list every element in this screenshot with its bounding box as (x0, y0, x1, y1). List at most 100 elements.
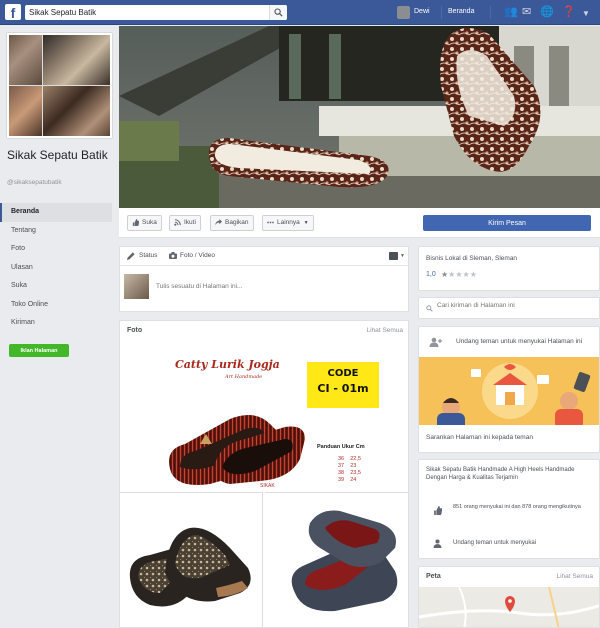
page-nav: Beranda Tentang Foto Ulasan Suka Toko On… (0, 203, 112, 333)
thumbs-up-icon (132, 219, 139, 226)
map-image (419, 586, 599, 627)
suggest-page-link[interactable]: Sarankan Halaman ini kepada teman (426, 434, 533, 441)
post-input[interactable] (156, 283, 396, 290)
search-input[interactable] (25, 5, 265, 20)
notifications-icon[interactable]: 🌐 (540, 6, 554, 18)
star-icon: ★ (462, 270, 470, 279)
rating-stars[interactable]: ★★★★★ (441, 270, 477, 279)
divider (490, 6, 491, 19)
tab-status[interactable]: Status (139, 252, 157, 259)
location-map[interactable] (419, 586, 599, 627)
pencil-icon (127, 252, 135, 260)
account-menu-icon[interactable]: ▼ (582, 8, 590, 20)
business-category[interactable]: Bisnis Lokal di Sleman, Sleman (426, 255, 517, 262)
search-button[interactable] (269, 5, 287, 20)
facebook-logo[interactable]: f (5, 4, 21, 21)
thumbs-up-icon (434, 506, 442, 515)
chevron-down-icon[interactable]: ▼ (400, 253, 405, 259)
profile-photo-tile (9, 35, 43, 85)
map-heading: Peta (426, 573, 441, 580)
size-row: 36 22,5 (338, 456, 361, 463)
page-action-bar: Suka Ikuti Bagikan Lainnya ▼ Kirim Pesan (119, 208, 600, 238)
rating-card: Bisnis Lokal di Sleman, Sleman 1,0 ★★★★★ (418, 246, 600, 291)
product-shoe-image (291, 510, 398, 612)
size-cm: 22,5 (350, 456, 361, 462)
profile-photo-tile (43, 35, 110, 85)
invite-friends-text[interactable]: Undang teman untuk menyukai (453, 540, 536, 546)
page-title[interactable]: Sikak Sepatu Batik (7, 148, 113, 162)
brand-logo-text: Catty Lurik Jogja (175, 358, 280, 371)
more-icon (267, 221, 274, 224)
size-cm: 24 (350, 477, 357, 483)
photo-thumbnail[interactable] (265, 492, 408, 627)
send-message-button[interactable]: Kirim Pesan (423, 215, 591, 231)
page-avatar (124, 274, 149, 299)
size-eu: 37 (338, 463, 345, 469)
page-search-input[interactable] (437, 302, 592, 309)
size-row: 38 23,5 (338, 470, 361, 477)
invite-text: Undang teman untuk menyukai Halaman ini (456, 338, 583, 345)
size-chart: 36 22,5 37 23 38 23,5 39 24 (338, 456, 361, 484)
nav-item-likes[interactable]: Suka (0, 277, 112, 296)
page-search-card (418, 297, 600, 319)
size-eu: 39 (338, 477, 345, 483)
map-card: Peta Lihat Semua (418, 566, 600, 628)
svg-text:SIKAK: SIKAK (260, 483, 275, 489)
camera-icon (169, 252, 177, 259)
nav-item-posts[interactable]: Kiriman (0, 314, 112, 333)
cover-photo[interactable] (119, 26, 600, 208)
friend-requests-icon[interactable]: 👥 (504, 6, 518, 18)
page-avatar-dropdown[interactable] (389, 252, 398, 260)
likes-count-text[interactable]: 851 orang menyukai ini dan 878 orang men… (453, 504, 593, 512)
follow-button[interactable]: Ikuti (169, 215, 201, 231)
code-label: CODE (327, 368, 359, 379)
profile-picture[interactable] (7, 33, 112, 138)
divider (441, 6, 442, 19)
nav-item-home[interactable]: Beranda (0, 203, 112, 222)
product-shoe-image: SIKAK (169, 415, 305, 489)
people-icon (429, 337, 442, 347)
top-navigation-bar: f Dewi Beranda 👥 ✉ 🌐 ❓ ▼ (0, 0, 600, 25)
help-icon[interactable]: ❓ (562, 6, 576, 18)
search-icon (274, 8, 283, 17)
post-composer: Status Foto / Video ▼ (119, 246, 409, 312)
person-icon (433, 539, 442, 548)
photo-thumbnail[interactable] (120, 492, 263, 627)
invite-illustration (419, 357, 599, 425)
size-chart-title: Panduan Ukur Cm (317, 444, 365, 450)
composer-tabs: Status Foto / Video ▼ (120, 247, 408, 266)
size-eu: 36 (338, 456, 345, 462)
more-button[interactable]: Lainnya ▼ (262, 215, 314, 231)
size-cm: 23 (350, 463, 357, 469)
nav-item-shop[interactable]: Toko Online (0, 296, 112, 315)
rating-value: 1,0 (426, 271, 436, 278)
photos-card: Foto Lihat Semua Catty Lurik Jogja Art H… (119, 320, 409, 628)
see-all-photos-link[interactable]: Lihat Semua (367, 327, 404, 334)
like-button[interactable]: Suka (127, 215, 162, 231)
size-eu: 38 (338, 470, 345, 476)
tab-photo-video[interactable]: Foto / Video (180, 252, 215, 259)
page-username[interactable]: @sikaksepatubatik (7, 179, 62, 186)
see-all-map-link[interactable]: Lihat Semua (557, 573, 594, 580)
promote-button[interactable]: Iklan Halaman (9, 344, 69, 357)
user-name-link[interactable]: Dewi (414, 8, 430, 15)
share-icon (215, 219, 222, 226)
about-card: Sikak Sepatu Batik Handmade A High Heels… (418, 459, 600, 559)
search-box[interactable] (25, 5, 287, 20)
brand-logo-subtitle: Art Handmade (225, 374, 263, 380)
home-link[interactable]: Beranda (448, 8, 474, 15)
photos-heading[interactable]: Foto (127, 327, 142, 334)
more-button-label: Lainnya (277, 219, 300, 226)
share-button-label: Bagikan (225, 219, 249, 226)
rss-icon (174, 219, 181, 226)
chevron-down-icon: ▼ (303, 220, 309, 226)
nav-item-about[interactable]: Tentang (0, 222, 112, 241)
nav-item-reviews[interactable]: Ulasan (0, 259, 112, 278)
messages-icon[interactable]: ✉ (522, 6, 531, 18)
share-button[interactable]: Bagikan (210, 215, 254, 231)
user-avatar[interactable] (397, 6, 410, 19)
photo-main[interactable]: Catty Lurik Jogja Art Handmade CODE CI -… (120, 344, 408, 490)
product-shoe-image (129, 527, 251, 607)
nav-item-photos[interactable]: Foto (0, 240, 112, 259)
size-row: 39 24 (338, 477, 361, 484)
